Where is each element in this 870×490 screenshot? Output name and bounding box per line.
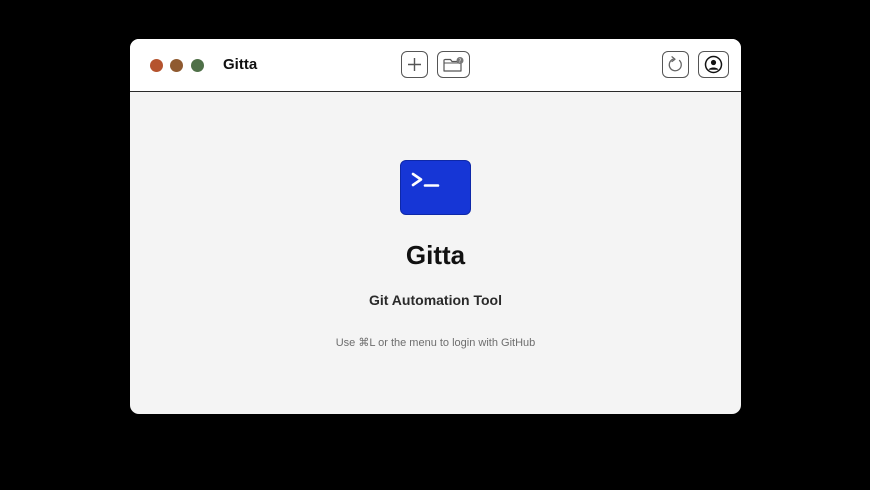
app-name-heading: Gitta (405, 240, 466, 270)
plus-icon (408, 58, 421, 71)
open-folder-button[interactable]: ? (437, 51, 470, 78)
refresh-icon (668, 56, 682, 72)
welcome-panel: Gitta Git Automation Tool Use ⌘L or the … (130, 92, 741, 414)
account-button[interactable] (698, 51, 729, 78)
window-title: Gitta (223, 56, 258, 73)
refresh-button[interactable] (662, 51, 689, 78)
zoom-window-button[interactable] (191, 59, 204, 72)
login-hint: Use ⌘L or the menu to login with GitHub (335, 337, 536, 349)
terminal-icon (400, 160, 471, 215)
close-window-button[interactable] (150, 59, 163, 72)
folder-badge-icon: ? (443, 57, 464, 72)
app-tagline: Git Automation Tool (369, 292, 502, 308)
svg-text:?: ? (459, 58, 462, 64)
title-bar: Gitta ? (130, 39, 741, 92)
account-icon (704, 55, 723, 74)
minimize-window-button[interactable] (170, 59, 183, 72)
app-window: Gitta ? Gitta Git Automation Tool Use ⌘L… (130, 39, 741, 414)
new-button[interactable] (401, 51, 428, 78)
